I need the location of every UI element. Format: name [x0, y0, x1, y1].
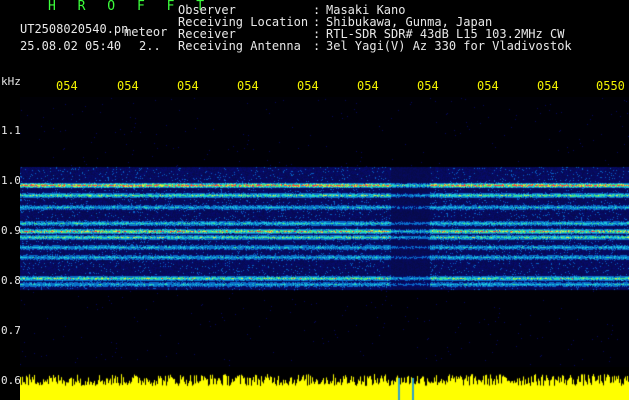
power-meter [20, 368, 629, 400]
x-tick: 0550 [596, 79, 625, 93]
y-tick: 0.8 [1, 274, 21, 287]
y-tick: 0.9 [1, 224, 21, 237]
x-tick: 054 [477, 79, 499, 93]
y-tick: 0.6 [1, 374, 21, 387]
y-tick: 1.0 [1, 174, 21, 187]
y-tick: 1.1 [1, 124, 21, 137]
x-tick: 054 [357, 79, 379, 93]
x-tick: 054 [237, 79, 259, 93]
axis-unit: kHz [1, 75, 21, 88]
spectrogram [20, 97, 629, 367]
antenna-label: Receiving Antenna [178, 39, 301, 53]
x-tick: 054 [177, 79, 199, 93]
file-name: UT2508020540.pn [20, 22, 129, 36]
x-tick: 054 [56, 79, 78, 93]
x-tick: 054 [537, 79, 559, 93]
x-tick: 054 [297, 79, 319, 93]
meteor-count: 2.. [139, 39, 161, 53]
meteor-label: meteor [124, 25, 168, 39]
colon: : [313, 39, 321, 53]
datetime-label: 25.08.02 05:40 [20, 39, 122, 53]
x-tick: 054 [117, 79, 139, 93]
y-tick: 0.7 [1, 324, 21, 337]
antenna-value: 3el Yagi(V) Az 330 for Vladivostok [326, 39, 572, 53]
x-tick: 054 [417, 79, 439, 93]
